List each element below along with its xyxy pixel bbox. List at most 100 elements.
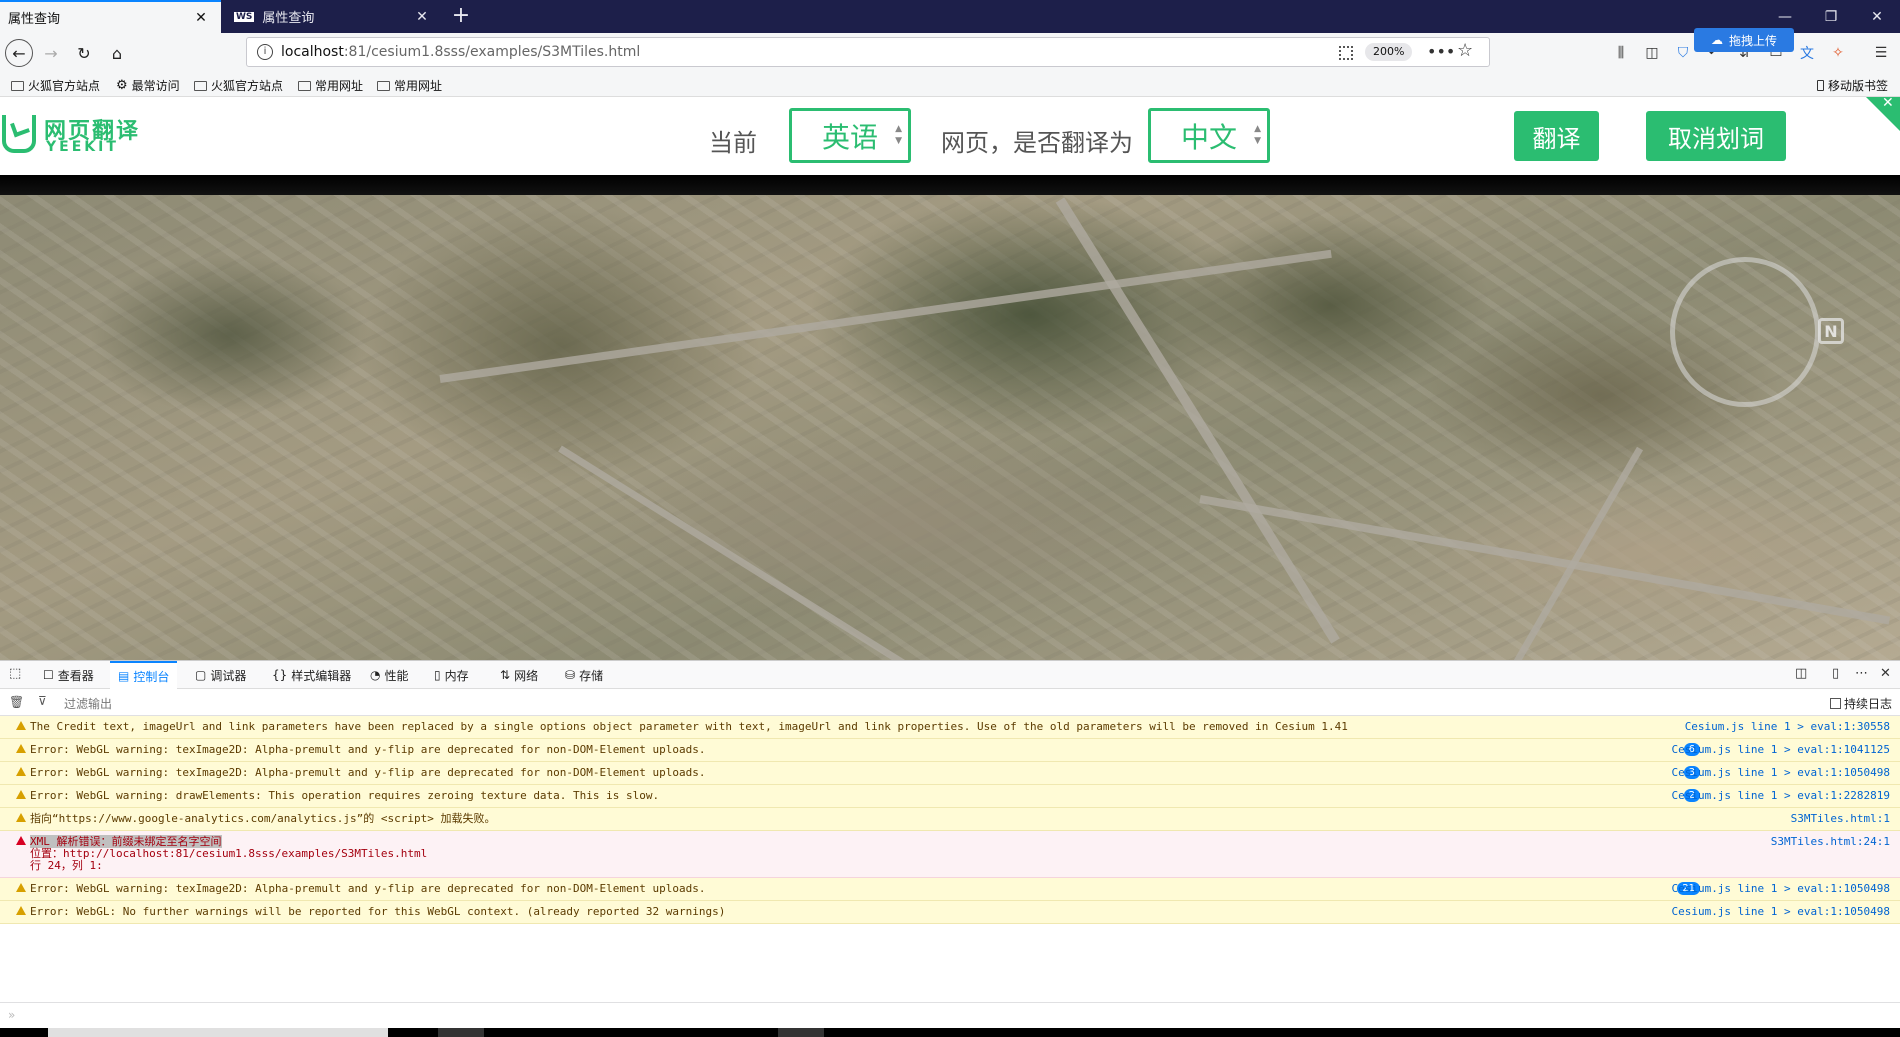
devtools-tab-label: 性能 [384, 668, 409, 683]
library-icon[interactable]: ⫼ [1610, 43, 1632, 63]
close-banner-button[interactable]: ✕ [1866, 95, 1900, 131]
source-link[interactable]: Cesium.js line 1 > eval:1:1050498 [1671, 906, 1890, 918]
translate-to-label: 网页，是否翻译为 [941, 129, 1133, 157]
forward-arrow-icon[interactable]: → [37, 39, 65, 67]
taskbar-item[interactable] [48, 1028, 388, 1037]
translate-button[interactable]: 翻译 [1514, 111, 1599, 161]
home-icon[interactable]: ⌂ [103, 39, 131, 67]
current-label: 当前 [709, 129, 757, 157]
console-message-text: 指向“https://www.google-analytics.com/anal… [30, 812, 496, 825]
devtools-tab[interactable]: ☐ 查看器 [43, 661, 94, 689]
checkbox-icon[interactable] [1829, 698, 1841, 709]
close-tab-icon[interactable]: ✕ [412, 9, 432, 25]
console-message-text: Error: WebGL: No further warnings will b… [30, 905, 726, 918]
site-info-icon[interactable]: i [257, 44, 273, 60]
close-devtools-icon[interactable]: ✕ [1880, 666, 1891, 681]
console-filter-bar: 🗑 ⊽ 过滤输出 持续日志 [0, 689, 1900, 716]
source-link[interactable]: Cesium.js line 1 > eval:1:1041125 [1671, 744, 1890, 756]
back-arrow-icon[interactable]: ← [5, 39, 33, 67]
extension-icon[interactable]: ✧ [1827, 43, 1849, 63]
mobile-bookmarks[interactable]: 移动版书签 [1816, 77, 1888, 94]
console-warning-row[interactable]: 指向“https://www.google-analytics.com/anal… [0, 808, 1900, 831]
taskbar-item[interactable] [778, 1028, 824, 1037]
source-link[interactable]: Cesium.js line 1 > eval:1:30558 [1685, 721, 1890, 733]
dock-icon[interactable]: ◫ [1795, 666, 1807, 681]
page-actions-icon[interactable]: ••• [1427, 42, 1455, 61]
devtools-tab[interactable]: ◔ 性能 [370, 661, 409, 689]
source-link[interactable]: S3MTiles.html:1 [1791, 813, 1890, 825]
target-language-select[interactable]: 中文 ▲ ▼ [1148, 108, 1270, 163]
console-warning-row[interactable]: Error: WebGL warning: texImage2D: Alpha-… [0, 739, 1900, 762]
console-warning-row[interactable]: Error: WebGL warning: texImage2D: Alpha-… [0, 878, 1900, 901]
devtools-tab[interactable]: {} 样式编辑器 [272, 661, 351, 689]
element-picker-icon[interactable]: ⬚ [9, 666, 21, 681]
console-output: The Credit text, imageUrl and link param… [0, 716, 1900, 1002]
console-warning-row[interactable]: Error: WebGL: No further warnings will b… [0, 901, 1900, 924]
url-bar[interactable]: i localhost:81/cesium1.8sss/examples/S3M… [246, 37, 1490, 67]
devtools-tab-icon: ⇅ [500, 668, 511, 682]
filter-output-input[interactable]: 过滤输出 [64, 695, 112, 712]
yeekit-logo: 网页翻译 YEEKIT [0, 113, 160, 157]
taskbar-item[interactable] [438, 1028, 484, 1037]
cancel-selection-button[interactable]: 取消划词 [1646, 111, 1786, 161]
bookmark-item[interactable]: 常用网址 [377, 77, 442, 94]
source-link[interactable]: S3MTiles.html:24:1 [1771, 836, 1890, 848]
compass-ring[interactable]: N [1670, 257, 1844, 407]
target-language-value: 中文 [1180, 120, 1237, 154]
bookmark-item[interactable]: ⚙ 最常访问 [116, 77, 180, 94]
devtools-toolbar: ⬚ ☐ 查看器 ▤ 控制台 ▢ 调试器{} 样式编辑器 ◔ 性能 ▯ 内存 ⇅ 网络 ⛁ 存储 ◫ ▯ ⋯ … [0, 660, 1900, 689]
zoom-level[interactable]: 200% [1365, 43, 1413, 61]
source-link[interactable]: Cesium.js line 1 > eval:1:1050498 [1671, 767, 1890, 779]
trash-icon[interactable]: 🗑 [9, 695, 24, 709]
tab-inactive[interactable]: WS 属性查询 ✕ [222, 0, 442, 33]
gear-icon: ⚙ [116, 78, 128, 93]
split-console-icon[interactable]: ▯ [1832, 666, 1839, 681]
devtools-tab-label: 样式编辑器 [291, 668, 352, 683]
viewer-top-bar [0, 175, 1900, 195]
devtools-tab-icon: ☐ [43, 668, 54, 682]
source-link[interactable]: Cesium.js line 1 > eval:1:1050498 [1671, 883, 1890, 895]
devtools-tab[interactable]: ⛁ 存储 [565, 661, 603, 689]
new-tab-button[interactable]: + [448, 4, 474, 30]
tab-active[interactable]: 属性查询 ✕ [0, 0, 221, 33]
sidebar-icon[interactable]: ◫ [1641, 43, 1663, 63]
devtools-tab[interactable]: ▤ 控制台 [110, 661, 178, 689]
upload-badge[interactable]: ☁ 拖拽上传 [1694, 28, 1794, 52]
console-warning-row[interactable]: Error: WebGL warning: texImage2D: Alpha-… [0, 762, 1900, 785]
bookmark-label: 常用网址 [315, 79, 364, 93]
shield-icon[interactable]: ⛉ [1672, 43, 1694, 63]
devtools-tab[interactable]: ▯ 内存 [434, 661, 469, 689]
persist-logs-checkbox[interactable]: 持续日志 [1829, 695, 1892, 712]
devtools-tab[interactable]: ⇅ 网络 [500, 661, 538, 689]
bookmark-item[interactable]: 常用网址 [298, 77, 363, 94]
console-error-row[interactable]: XML 解析错误：前缀未绑定至名字空间 位置：http://localhost:8… [0, 831, 1900, 878]
qr-code-icon[interactable] [1339, 46, 1353, 60]
source-language-select[interactable]: 英语 ▲ ▼ [789, 108, 911, 163]
menu-icon[interactable]: ☰ [1870, 43, 1892, 63]
north-indicator[interactable]: N [1818, 318, 1844, 344]
devtools-tab-icon: ▯ [434, 668, 441, 682]
url-text[interactable]: localhost:81/cesium1.8sss/examples/S3MTi… [281, 44, 640, 60]
reload-icon[interactable]: ↻ [70, 39, 98, 67]
restore-button[interactable]: ❐ [1808, 0, 1854, 33]
source-link[interactable]: Cesium.js line 1 > eval:1:2282819 [1671, 790, 1890, 802]
more-options-icon[interactable]: ⋯ [1855, 666, 1868, 681]
console-warning-row[interactable]: The Credit text, imageUrl and link param… [0, 716, 1900, 739]
close-tab-icon[interactable]: ✕ [191, 10, 211, 26]
map-road [558, 445, 969, 660]
folder-icon [298, 80, 311, 91]
close-window-button[interactable]: ✕ [1854, 0, 1900, 33]
url-host: localhost [281, 44, 344, 60]
console-input[interactable]: » [0, 1002, 1900, 1028]
console-warning-row[interactable]: Error: WebGL warning: drawElements: This… [0, 785, 1900, 808]
console-message-detail[interactable]: 位置：http://localhost:81/cesium1.8sss/exam… [30, 848, 1900, 860]
devtools-tab-icon: ◔ [370, 668, 381, 682]
taskbar [0, 1028, 1900, 1037]
bookmark-item[interactable]: 火狐官方站点 [194, 77, 283, 94]
translate-icon[interactable]: 文 [1796, 43, 1818, 63]
console-message-text: Error: WebGL warning: texImage2D: Alpha-… [30, 882, 706, 895]
cesium-map-viewport[interactable]: N [0, 195, 1900, 660]
bookmark-star-icon[interactable]: ☆ [1457, 40, 1473, 61]
devtools-tab[interactable]: ▢ 调试器 [195, 661, 246, 689]
bookmark-item[interactable]: 火狐官方站点 [11, 77, 100, 94]
